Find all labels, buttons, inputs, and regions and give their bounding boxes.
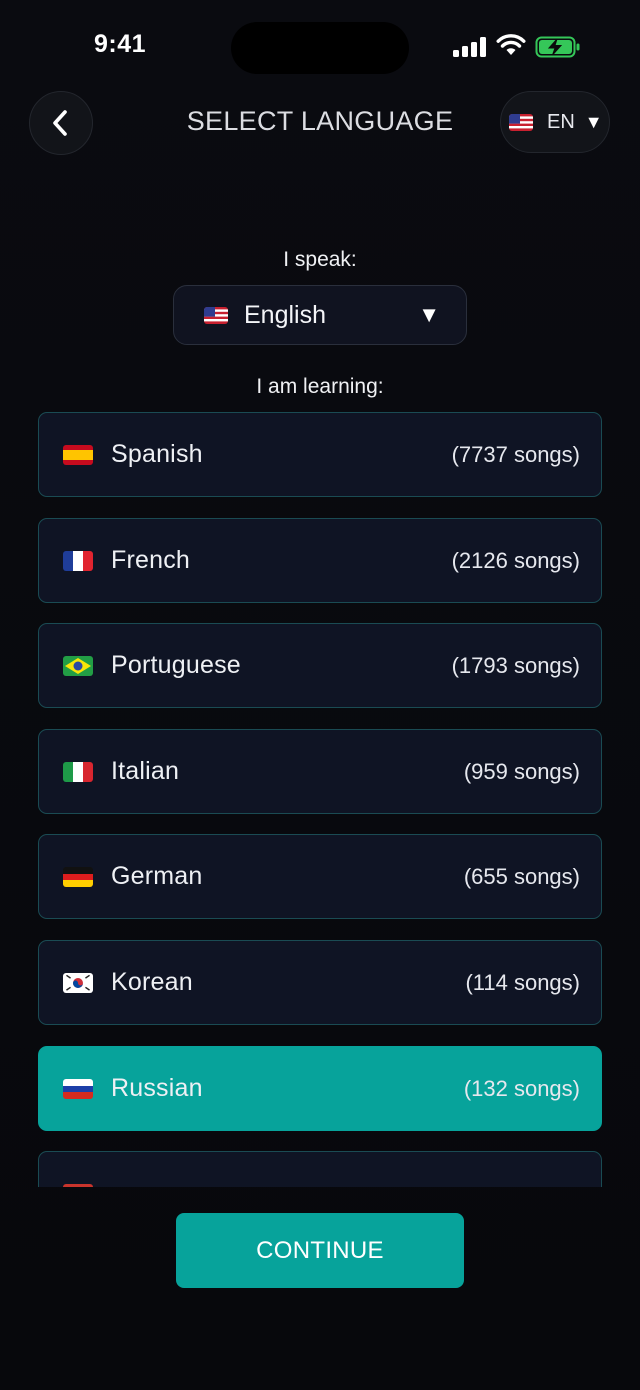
song-count: (2126 songs) [451,547,580,573]
language-select-screen: 9:41 SELECT LANGUAGE EN ▼ I speak: Engli… [0,0,640,1390]
language-name: German [111,862,203,890]
battery-charging-icon [535,36,580,58]
italy-flag-icon [63,761,93,782]
language-option-french[interactable]: French (2126 songs) [38,518,602,603]
language-option-german[interactable]: German (655 songs) [38,834,602,919]
song-count: (655 songs) [463,863,580,889]
learning-label: I am learning: [256,375,384,398]
language-option-korean[interactable]: Korean (114 songs) [38,940,602,1025]
learning-language-list[interactable]: Spanish (7737 songs) French (2126 songs)… [38,412,602,1187]
chevron-left-icon [53,110,67,136]
song-count: (114 songs) [465,969,580,995]
song-count: (7737 songs) [451,441,580,467]
flag-icon [63,1183,93,1187]
us-flag-icon [509,113,533,131]
language-option-spanish[interactable]: Spanish (7737 songs) [38,412,602,497]
spain-flag-icon [63,444,93,465]
song-count: (1793 songs) [451,652,580,678]
russia-flag-icon [63,1078,93,1099]
song-count: (959 songs) [463,758,580,784]
france-flag-icon [63,550,93,571]
language-name: Spanish [111,440,203,468]
language-name: Portuguese [111,651,241,679]
speak-label: I speak: [283,248,357,271]
cellular-signal-icon [453,37,487,57]
back-button[interactable] [29,91,93,155]
ui-language-selector[interactable]: EN ▼ [500,91,610,153]
page-title: SELECT LANGUAGE [186,106,454,136]
speak-language-value: English [244,300,326,329]
caret-down-icon: ▼ [418,302,440,327]
language-option-partial[interactable] [38,1151,602,1187]
language-name: Korean [111,968,193,996]
song-count: (132 songs) [463,1075,580,1101]
ui-language-code: EN [547,110,575,133]
language-name: French [111,546,191,574]
language-option-portuguese[interactable]: Portuguese (1793 songs) [38,623,602,708]
language-name: Italian [111,757,180,785]
caret-down-icon: ▼ [584,111,603,132]
dynamic-island [231,22,409,74]
brazil-flag-icon [63,655,93,676]
language-name: Russian [111,1074,203,1102]
language-option-italian[interactable]: Italian (959 songs) [38,729,602,814]
wifi-icon [496,34,526,55]
language-option-russian[interactable]: Russian (132 songs) [38,1046,602,1131]
speak-language-dropdown[interactable]: English ▼ [173,285,467,345]
south-korea-flag-icon [63,972,93,993]
continue-button[interactable]: CONTINUE [176,1213,464,1288]
status-time: 9:41 [94,30,147,58]
us-flag-icon [204,306,228,324]
germany-flag-icon [63,866,93,887]
